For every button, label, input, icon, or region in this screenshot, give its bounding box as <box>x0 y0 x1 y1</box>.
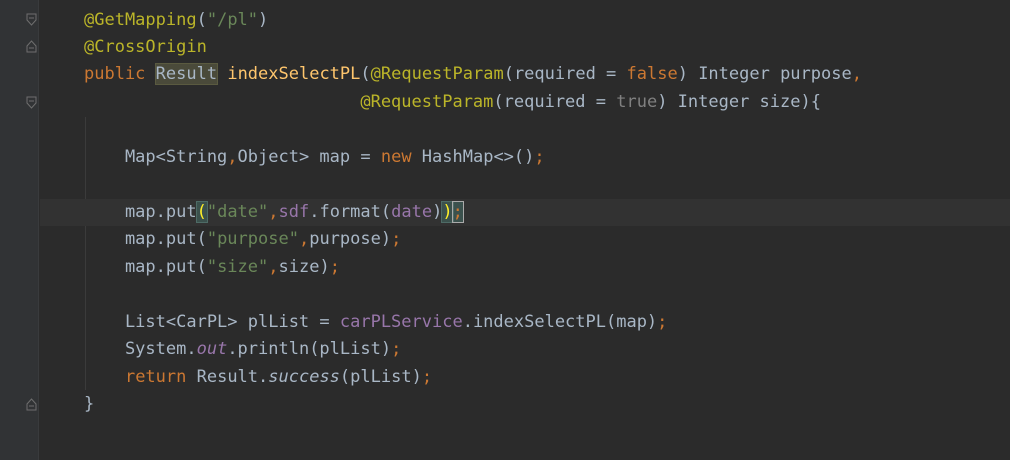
code-token: ; <box>534 147 545 167</box>
code-line[interactable]: } <box>40 391 1010 418</box>
code-token: ) <box>258 10 269 30</box>
code-token: map.put <box>84 202 197 222</box>
code-line[interactable]: @RequestParam(required = true) Integer s… <box>40 89 1010 116</box>
fold-marker-icon[interactable] <box>26 40 37 53</box>
code-line[interactable]: map.put("purpose",purpose); <box>40 226 1010 253</box>
code-token: .indexSelectPL(map) <box>462 312 658 332</box>
code-line[interactable]: @GetMapping("/pl") <box>40 7 1010 34</box>
code-token: "purpose" <box>206 229 299 249</box>
code-token: @GetMapping <box>84 10 197 30</box>
code-token: ) <box>432 202 443 222</box>
gutter-divider <box>38 0 39 460</box>
code-token: success <box>268 367 340 387</box>
code-token: , <box>268 257 279 277</box>
code-token: ( <box>360 64 371 84</box>
code-token: @RequestParam <box>370 64 504 84</box>
code-line[interactable]: System.out.println(plList); <box>40 336 1010 363</box>
code-line-text: public Result indexSelectPL(@RequestPara… <box>84 61 862 88</box>
code-token: HashMap<>() <box>421 147 535 167</box>
code-token: (required = <box>503 64 627 84</box>
code-token: @RequestParam <box>360 92 494 112</box>
code-line-text: map.put("size",size); <box>84 254 340 281</box>
code-token: , <box>851 64 862 84</box>
code-line-text: System.out.println(plList); <box>84 336 401 363</box>
code-token: "size" <box>206 257 269 277</box>
code-token: date <box>391 202 433 222</box>
code-token: .format( <box>309 202 392 222</box>
code-token: indexSelectPL <box>227 64 361 84</box>
code-line-text: @GetMapping("/pl") <box>84 7 268 34</box>
code-token: Map<String <box>84 147 228 167</box>
code-token: .println(plList) <box>227 339 392 359</box>
code-token: ; <box>391 339 402 359</box>
code-token: map.put( <box>84 229 207 249</box>
code-token: Result <box>154 63 219 85</box>
code-line[interactable]: map.put("size",size); <box>40 254 1010 281</box>
code-line-text: map.put("date",sdf.format(date)); <box>84 199 464 226</box>
fold-marker-icon[interactable] <box>26 96 37 109</box>
code-line-text: return Result.success(plList); <box>84 364 432 391</box>
code-token: "/pl" <box>206 10 259 30</box>
code-line-current[interactable]: map.put("date",sdf.format(date)); <box>40 199 1010 226</box>
code-token: System. <box>84 339 197 359</box>
code-line[interactable]: @CrossOrigin <box>40 34 1010 61</box>
code-token: map.put( <box>84 257 207 277</box>
code-line-text: } <box>84 391 94 418</box>
fold-marker-icon[interactable] <box>26 398 37 411</box>
code-token: ; <box>391 229 402 249</box>
code-token: ( <box>196 10 207 30</box>
editor-gutter[interactable] <box>0 0 38 460</box>
code-token: new <box>380 147 422 167</box>
code-token: ; <box>421 367 433 387</box>
code-line-text: @RequestParam(required = true) Integer s… <box>84 89 821 116</box>
code-line-text: map.put("purpose",purpose); <box>84 226 401 253</box>
code-token: , <box>298 229 310 249</box>
code-token: "date" <box>206 202 269 222</box>
code-token: (required = <box>493 92 617 112</box>
code-token: ) Integer size){ <box>657 92 821 112</box>
code-editor[interactable]: @GetMapping("/pl") @CrossOrigin public Res… <box>0 0 1010 460</box>
code-token: true <box>616 92 658 112</box>
code-token: List<CarPL> plList = <box>84 312 340 332</box>
code-token: purpose) <box>309 229 392 249</box>
code-token: ; <box>657 312 668 332</box>
fold-marker-icon[interactable] <box>26 13 37 26</box>
code-token: out <box>196 339 228 359</box>
code-line[interactable]: Map<String,Object> map = new HashMap<>()… <box>40 144 1010 171</box>
code-line-text: @CrossOrigin <box>84 34 207 61</box>
code-token: , <box>227 147 238 167</box>
code-token: ( <box>195 201 208 223</box>
code-line[interactable] <box>40 171 1010 198</box>
code-line[interactable] <box>40 116 1010 143</box>
code-token: Object> map = <box>237 147 381 167</box>
code-line-text: List<CarPL> plList = carPLService.indexS… <box>84 309 667 336</box>
code-token: Result. <box>196 367 269 387</box>
code-token: ; <box>329 257 340 277</box>
code-token: public <box>84 64 156 84</box>
code-token: size) <box>278 257 330 277</box>
code-token: return <box>124 367 197 387</box>
code-line[interactable]: return Result.success(plList); <box>40 364 1010 391</box>
code-line[interactable]: List<CarPL> plList = carPLService.indexS… <box>40 309 1010 336</box>
code-token: false <box>626 64 678 84</box>
code-token: , <box>268 202 279 222</box>
code-token: ; <box>451 201 464 223</box>
code-token: } <box>84 394 95 414</box>
code-token: carPLService <box>339 312 463 332</box>
code-token: @CrossOrigin <box>84 37 207 57</box>
code-token: ) <box>441 201 454 223</box>
code-token: (plList) <box>339 367 422 387</box>
code-token: ) Integer purpose <box>677 64 852 84</box>
code-line[interactable]: public Result indexSelectPL(@RequestPara… <box>40 61 1010 88</box>
code-line-text: Map<String,Object> map = new HashMap<>()… <box>84 144 545 171</box>
code-token: sdf <box>278 202 310 222</box>
code-line[interactable] <box>40 281 1010 308</box>
code-area[interactable]: @GetMapping("/pl") @CrossOrigin public Res… <box>40 0 1010 460</box>
